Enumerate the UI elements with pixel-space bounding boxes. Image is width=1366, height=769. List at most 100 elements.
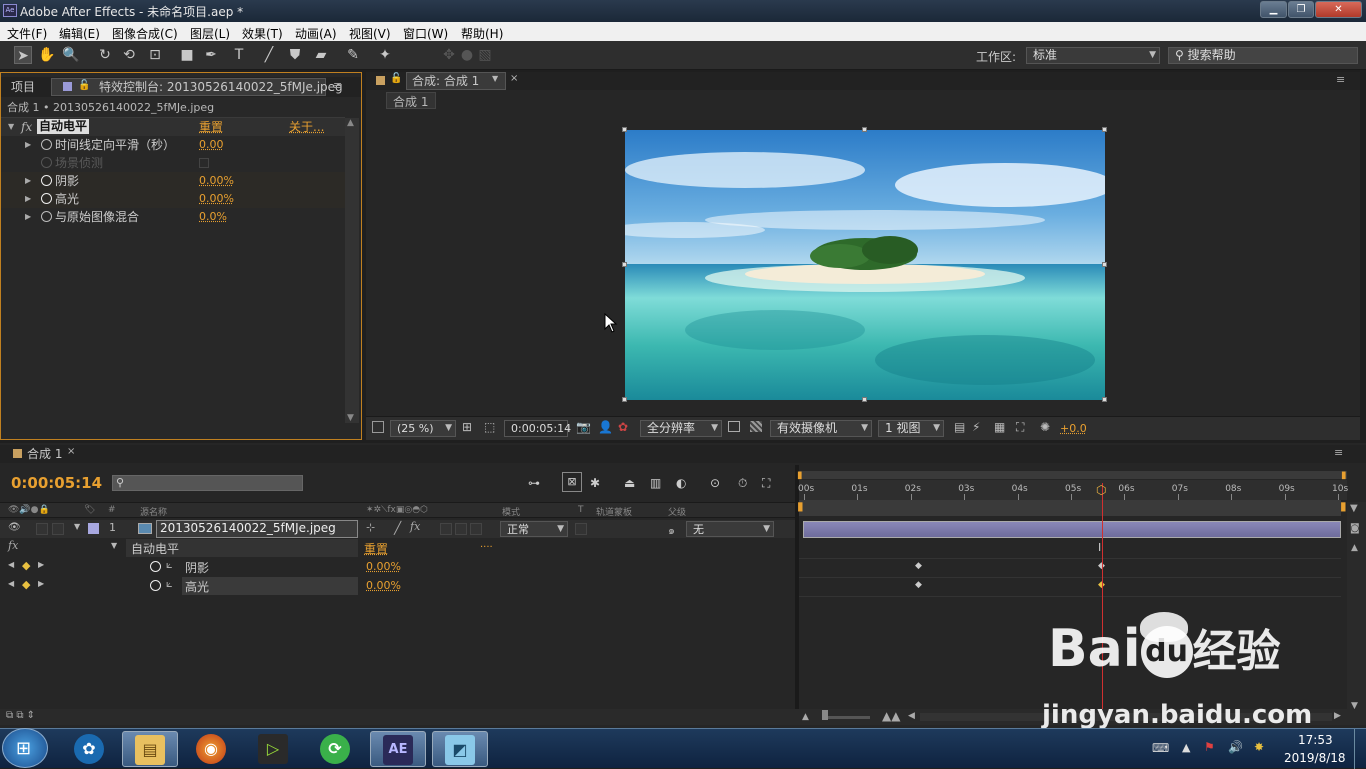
panel-menu-icon[interactable]: ≡ [1336, 73, 1345, 86]
viewer-timecode[interactable]: 0:00:05:14 [504, 420, 571, 437]
visibility-eye-icon[interactable]: 👁 [8, 522, 21, 533]
roi-icon[interactable]: ⬚ [484, 420, 495, 434]
work-area-end[interactable]: ▮ [1340, 499, 1347, 513]
region-icon[interactable] [728, 421, 740, 432]
menu-effect[interactable]: 效果(T) [242, 25, 283, 42]
param-value[interactable]: 0.00% [199, 190, 234, 208]
shy-switch-icon[interactable]: ⊹ [366, 521, 375, 534]
camera-orbit-icon[interactable]: ⟲ [120, 46, 138, 64]
layer-row[interactable]: 👁 ▼ 1 20130526140022_5fMJe.jpeg ⊹ ╱ fx 正… [0, 520, 795, 538]
resolution-select[interactable]: 全分辨率 ▼ [640, 420, 722, 437]
tab-timeline[interactable]: 合成 1 [27, 445, 62, 463]
timeline-link-icon[interactable]: ▦ [994, 420, 1005, 434]
blend-mode-select[interactable]: 正常 ▼ [500, 521, 568, 537]
motion-blur-icon[interactable]: ◐ [676, 476, 686, 490]
exposure-value[interactable]: +0.0 [1060, 422, 1087, 435]
tray-expand-icon[interactable]: ▲ [1182, 741, 1190, 754]
work-area-start[interactable]: ▮ [797, 499, 804, 513]
frame-blend-icon[interactable]: ▥ [650, 476, 661, 490]
graph-icon[interactable]: ⟀ [166, 558, 173, 572]
selection-tool-icon[interactable]: ➤ [14, 46, 32, 64]
menu-help[interactable]: 帮助(H) [461, 25, 503, 42]
work-area-bar[interactable] [799, 500, 1341, 516]
restore-button[interactable]: ❐ [1288, 1, 1314, 18]
pen-tool-icon[interactable]: ✒ [202, 46, 220, 64]
views-select[interactable]: 1 视图 ▼ [878, 420, 944, 437]
camera-select[interactable]: 有效摄像机 ▼ [770, 420, 872, 437]
expand-layer-switches-icon[interactable]: ⧉ ⧉ ⇕ [6, 710, 35, 721]
preserve-transparency-toggle[interactable] [575, 523, 587, 535]
reset-link[interactable]: 重置 [199, 118, 223, 136]
view-axis-icon[interactable]: ▧ [476, 46, 494, 64]
expand-triangle-icon[interactable]: ▼ [111, 541, 117, 550]
parent-select[interactable]: 无 ▼ [686, 521, 774, 537]
menu-view[interactable]: 视图(V) [349, 25, 391, 42]
add-keyframe-icon[interactable]: ◆ [22, 559, 30, 572]
keyboard-icon[interactable]: ⌨ [1152, 741, 1169, 755]
menu-window[interactable]: 窗口(W) [403, 25, 448, 42]
transform-handle[interactable] [622, 397, 627, 402]
network-warning-icon[interactable]: ⚑ [1204, 740, 1215, 754]
source-name-header[interactable]: 源名称 [140, 505, 167, 518]
effect-row[interactable]: fx ▼ 自动电平 重置 .... [0, 539, 795, 557]
type-tool-icon[interactable]: T [230, 46, 248, 64]
rectangle-tool-icon[interactable]: ■ [178, 46, 196, 64]
rotate-tool-icon[interactable]: ↻ [96, 46, 114, 64]
expand-triangle-icon[interactable]: ▼ [8, 118, 14, 136]
expand-triangle-icon[interactable]: ▼ [74, 522, 80, 531]
stopwatch-icon[interactable] [150, 580, 161, 591]
timeline-search-input[interactable]: ⚲ [112, 475, 303, 491]
label-color-swatch[interactable] [88, 523, 99, 534]
search-help-input[interactable]: ⚲ 搜索帮助 [1168, 47, 1358, 64]
taskbar-explorer[interactable]: ▤ [122, 731, 178, 767]
auto-keyframe-icon[interactable]: ⏱ [738, 476, 747, 491]
transform-handle[interactable] [622, 262, 627, 267]
param-value[interactable]: 0.00% [199, 172, 234, 190]
draft-3d-icon[interactable]: ✱ [590, 476, 600, 490]
stopwatch-icon[interactable] [150, 561, 161, 572]
zoom-select[interactable]: (25 %) ▼ [390, 420, 456, 437]
graph-icon[interactable]: ⟀ [166, 577, 173, 591]
transparency-grid-icon[interactable] [750, 421, 762, 432]
expand-triangle-icon[interactable]: ▶ [25, 190, 31, 208]
keyframe-diamond[interactable]: ◆ [915, 580, 922, 590]
next-keyframe-icon[interactable]: ▶ [38, 579, 44, 588]
clock-time[interactable]: 17:53 [1298, 733, 1333, 747]
parent-header[interactable]: 父级 [668, 505, 686, 518]
minimize-button[interactable]: ▁ [1260, 1, 1287, 18]
effect-switch-icon[interactable]: fx [410, 520, 420, 533]
track-matte-header[interactable]: 轨道蒙板 [596, 505, 632, 518]
param-value[interactable]: 0.00 [199, 136, 224, 154]
graph-editor-icon[interactable]: ⛶ [762, 476, 770, 491]
flowchart-icon[interactable]: ⛶ [1016, 420, 1024, 435]
tray-app-icon[interactable]: ✸ [1254, 740, 1264, 754]
expand-triangle-icon[interactable]: ▶ [25, 208, 31, 226]
volume-icon[interactable]: 🔊 [1228, 740, 1243, 754]
layer-duration-bar[interactable] [803, 521, 1341, 538]
keyframe-diamond[interactable]: ◆ [915, 561, 922, 571]
next-keyframe-icon[interactable]: ▶ [38, 560, 44, 569]
zoom-tool-icon[interactable]: 🔍 [62, 46, 80, 64]
hand-tool-icon[interactable]: ✋ [38, 46, 56, 64]
param-value[interactable]: 0.0% [199, 208, 227, 226]
about-link[interactable]: 关于... [289, 118, 324, 136]
effect-options-dots[interactable]: .... [480, 539, 493, 550]
taskbar-sync-app[interactable]: ⟳ [308, 731, 364, 767]
eye-icon[interactable]: 👁🔊●🔒 [8, 505, 50, 515]
scene-detect-checkbox[interactable] [199, 158, 209, 168]
world-axis-icon[interactable]: ● [458, 46, 476, 64]
toggle-pixel-icon[interactable]: ▤ [954, 420, 965, 434]
snapshot-icon[interactable]: 📷 [576, 420, 591, 434]
brainstorm-icon[interactable]: ⊙ [710, 476, 720, 490]
workspace-select[interactable]: 标准 ▼ [1026, 47, 1160, 64]
axis-mode-icon[interactable]: ✥ [440, 46, 458, 64]
brush-tool-icon[interactable]: ╱ [260, 46, 278, 64]
transform-handle[interactable] [1102, 127, 1107, 132]
chevron-down-icon[interactable]: ▼ [492, 74, 498, 83]
quality-switch-icon[interactable]: ╱ [394, 521, 401, 535]
transform-handle[interactable] [862, 397, 867, 402]
roto-brush-icon[interactable]: ✎ [344, 46, 362, 64]
exposure-icon[interactable]: ✺ [1040, 420, 1050, 434]
3d-layer-switch[interactable] [470, 523, 482, 535]
effect-reset-link[interactable]: 重置 [364, 540, 388, 557]
